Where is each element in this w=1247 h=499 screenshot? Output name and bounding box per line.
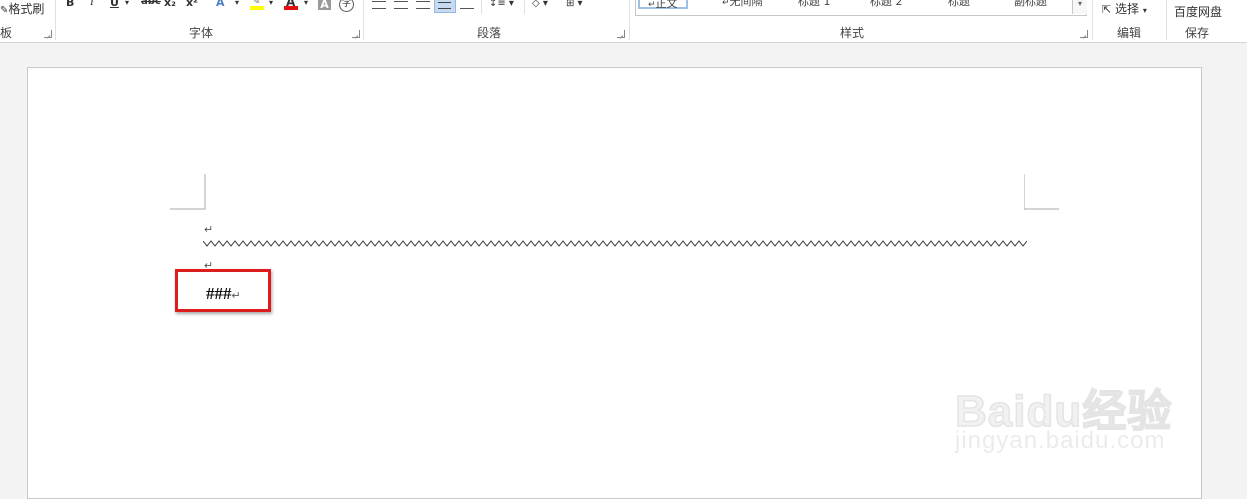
align-right-button[interactable] <box>416 1 430 9</box>
style-title[interactable]: 标题 <box>948 0 970 9</box>
hash-text[interactable]: ###↵ <box>206 284 241 304</box>
style-subtitle[interactable]: 副标题 <box>1014 0 1047 9</box>
baidu-pan-button[interactable]: 百度网盘 <box>1174 3 1222 20</box>
underline-button[interactable]: U <box>110 0 119 10</box>
styles-gallery: ↵正文 ↵无间隔 标题 1 标题 2 标题 副标题 ▾ <box>635 0 1087 16</box>
italic-button[interactable]: I <box>90 0 94 10</box>
superscript-button[interactable]: x² <box>186 0 198 10</box>
baidu-watermark: Baidu经验 jingyan.baidu.com <box>954 345 1195 455</box>
styles-group-label: 样式 <box>840 26 865 40</box>
highlight-color-swatch <box>250 6 264 10</box>
margin-corner-top-left <box>170 174 206 210</box>
group-separator <box>629 0 630 40</box>
style-no-spacing-mark: ↵ <box>722 0 730 8</box>
paragraph-mark: ↵ <box>204 224 214 236</box>
margin-corner-top-right <box>1024 174 1059 210</box>
text-effects-button[interactable]: A <box>216 0 225 10</box>
shading-button[interactable]: ◇ ▾ <box>532 0 548 12</box>
button-separator <box>524 0 525 14</box>
style-normal-label: 正文 <box>655 0 678 10</box>
editing-group-label: 编辑 <box>1117 26 1142 40</box>
watermark-url: jingyan.baidu.com <box>955 427 1166 454</box>
align-center-button[interactable] <box>394 1 408 9</box>
cursor-icon: ⇱ <box>1102 3 1112 16</box>
font-launcher-icon[interactable] <box>352 30 360 38</box>
justify-button[interactable] <box>434 0 456 13</box>
underline-dropdown-icon[interactable]: ▾ <box>125 0 129 12</box>
paragraph-group-label: 段落 <box>477 26 502 40</box>
select-button[interactable]: ⇱ 选择 ▾ <box>1102 0 1147 17</box>
justify-icon <box>438 2 451 9</box>
line-spacing-button[interactable]: ↕≡ ▾ <box>489 0 514 12</box>
paragraph-launcher-icon[interactable] <box>617 30 625 38</box>
select-dropdown-icon: ▾ <box>1142 6 1147 15</box>
font-color-swatch <box>284 6 298 10</box>
wavy-line-border <box>203 240 1027 247</box>
format-painter-button[interactable]: ✎格式刷 <box>0 0 44 17</box>
style-normal[interactable]: ↵正文 <box>638 0 688 10</box>
hash-text-content: ### <box>206 284 232 303</box>
ribbon: ✎格式刷 板 B I U ▾ abc x₂ x² A ▾ ✎ ▾ A ▾ A 字… <box>0 0 1247 43</box>
font-color-dropdown-icon[interactable]: ▾ <box>304 0 308 12</box>
distributed-button[interactable] <box>460 0 474 9</box>
enclose-char-button[interactable]: 字 <box>339 0 354 12</box>
borders-button[interactable]: ⊞ ▾ <box>566 0 583 12</box>
paragraph-mark: ↵ <box>231 290 241 302</box>
group-separator <box>363 0 364 40</box>
style-no-spacing[interactable]: ↵无间隔 <box>722 0 763 9</box>
align-left-button[interactable] <box>372 1 386 9</box>
font-color-button[interactable]: A <box>284 0 298 10</box>
highlight-dropdown-icon[interactable]: ▾ <box>269 0 273 12</box>
font-group-label: 字体 <box>189 26 214 40</box>
highlight-color-button[interactable]: ✎ <box>250 0 264 10</box>
select-label: 选择 <box>1115 2 1140 16</box>
char-shading-button[interactable]: A <box>318 0 331 11</box>
clipboard-launcher-icon[interactable] <box>44 30 52 38</box>
styles-launcher-icon[interactable] <box>1080 30 1088 38</box>
style-heading-1[interactable]: 标题 1 <box>798 0 831 9</box>
group-separator <box>55 0 56 40</box>
save-group-label: 保存 <box>1185 26 1210 40</box>
style-heading-2[interactable]: 标题 2 <box>870 0 903 9</box>
group-separator <box>1166 0 1167 40</box>
style-no-spacing-label: 无间隔 <box>729 0 763 8</box>
style-normal-mark: ↵ <box>648 0 656 10</box>
gallery-more-icon[interactable]: ▾ <box>1072 0 1087 14</box>
clipboard-group-label: 板 <box>0 26 13 40</box>
strikethrough-button[interactable]: abc <box>141 0 161 10</box>
subscript-button[interactable]: x₂ <box>164 0 176 10</box>
format-painter-label: 格式刷 <box>8 2 45 16</box>
bold-button[interactable]: B <box>66 0 74 10</box>
button-separator <box>481 0 482 14</box>
text-effects-dropdown-icon[interactable]: ▾ <box>235 0 239 12</box>
group-separator <box>1092 0 1093 40</box>
